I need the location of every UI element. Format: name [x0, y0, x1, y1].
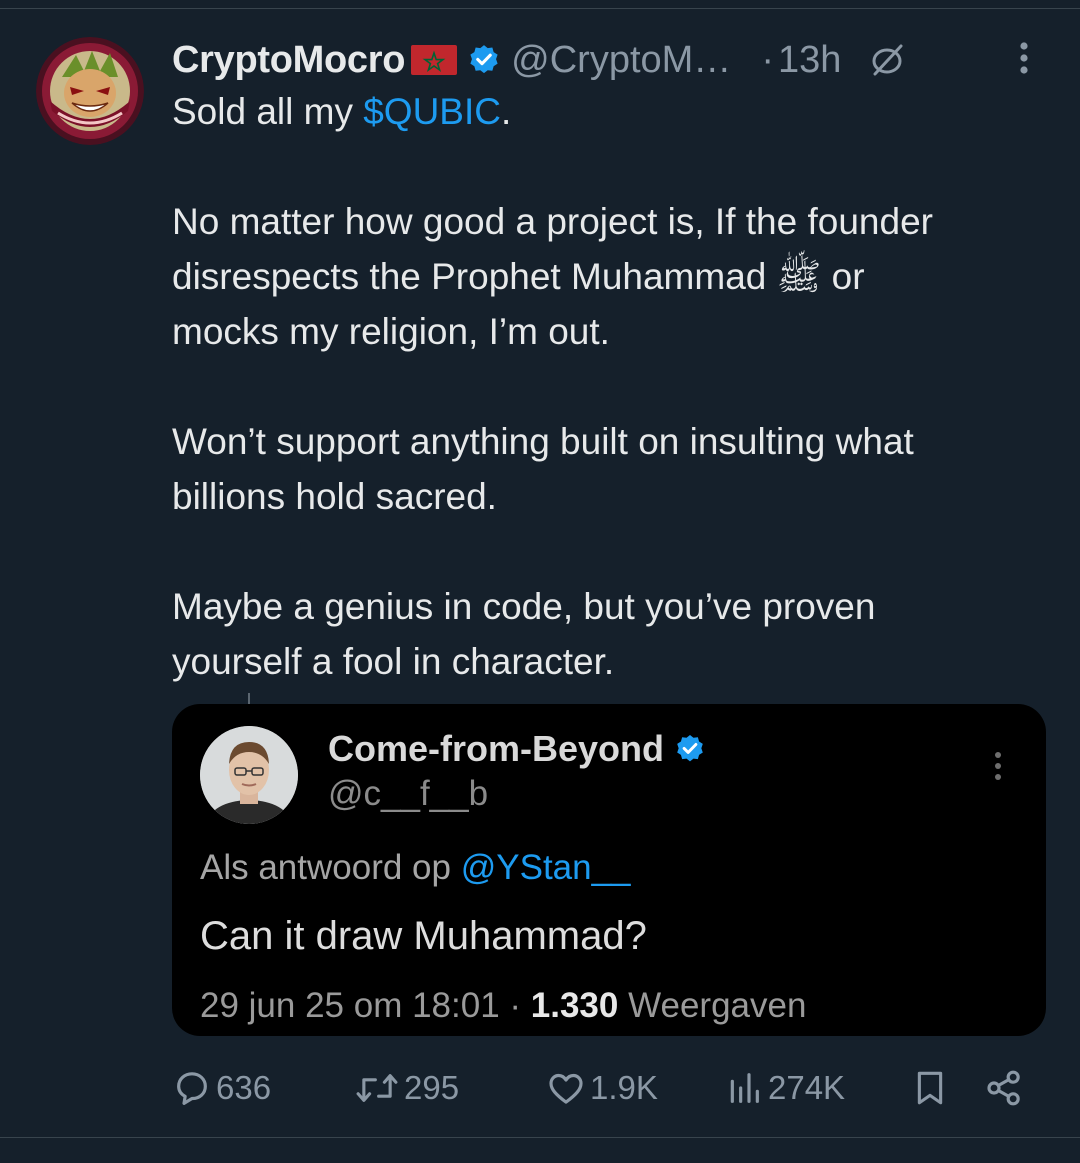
reply-button[interactable]: 636	[172, 1062, 271, 1114]
reply-prefix: Als antwoord op	[200, 848, 461, 887]
time-separator: ·	[761, 38, 774, 81]
quoted-tweet-card[interactable]: Come-from-Beyond @c__f__b Als antwoord o…	[172, 704, 1046, 1036]
grok-icon[interactable]	[867, 40, 907, 80]
repost-button[interactable]: 295	[354, 1062, 459, 1114]
tweet-line: Maybe a genius in code, but you’ve prove…	[172, 586, 876, 627]
top-divider	[0, 8, 1080, 9]
views-button[interactable]: 274K	[724, 1062, 845, 1114]
quoted-author-avatar	[200, 726, 298, 824]
quoted-reply-context: Als antwoord op @YStan__	[200, 848, 631, 888]
tweet-time[interactable]: 13h	[778, 39, 841, 82]
tweet-line: mocks my religion, I’m out.	[172, 311, 610, 352]
share-button[interactable]	[984, 1062, 1024, 1114]
like-count: 1.9K	[590, 1069, 658, 1106]
views-icon	[724, 1068, 764, 1108]
quoted-text: Can it draw Muhammad?	[200, 914, 647, 958]
tweet-action-bar: 636 295 1.9K 274K	[172, 1062, 1042, 1114]
quoted-views-count: 1.330	[530, 986, 619, 1025]
repost-count: 295	[404, 1069, 460, 1106]
quoted-views-label: Weergaven	[618, 986, 807, 1025]
reply-mention: @YStan__	[460, 848, 631, 887]
quoted-handle: @c__f__b	[328, 774, 489, 813]
views-count: 274K	[768, 1069, 846, 1106]
tweet-body: Sold all my $QUBIC. No matter how good a…	[172, 84, 1062, 689]
like-icon	[546, 1068, 586, 1108]
quoted-more-icon	[988, 748, 1008, 784]
cashtag-link[interactable]: $QUBIC	[363, 91, 501, 132]
tweet-line: Won’t support anything built on insultin…	[172, 421, 914, 462]
tweet-header: CryptoMocro @CryptoM… · 13h	[172, 34, 1052, 86]
bottom-divider	[0, 1137, 1080, 1138]
bookmark-button[interactable]	[912, 1062, 948, 1114]
quoted-date: 29 jun 25 om 18:01	[200, 986, 500, 1025]
reply-count: 636	[216, 1069, 272, 1106]
quoted-meta: 29 jun 25 om 18:01 · 1.330 Weergaven	[200, 986, 806, 1026]
like-button[interactable]: 1.9K	[546, 1062, 658, 1114]
quoted-author-name-row: Come-from-Beyond	[328, 728, 706, 770]
author-display-name[interactable]: CryptoMocro	[172, 39, 405, 82]
quoted-meta-separator: ·	[499, 986, 531, 1025]
tweet-paragraph: Maybe a genius in code, but you’ve prove…	[172, 579, 1062, 689]
bookmark-icon	[912, 1068, 948, 1108]
tweet-line: billions hold sacred.	[172, 476, 497, 517]
author-handle[interactable]: @CryptoM…	[511, 39, 731, 82]
verified-badge-icon	[467, 43, 501, 77]
quoted-display-name: Come-from-Beyond	[328, 728, 665, 769]
morocco-flag-icon	[411, 45, 458, 75]
verified-badge-icon	[674, 733, 706, 765]
share-icon	[984, 1068, 1024, 1108]
reply-icon	[172, 1068, 212, 1108]
tweet-text-suffix: .	[501, 91, 512, 132]
author-avatar[interactable]	[36, 37, 144, 145]
tweet-line: disrespects the Prophet Muhammad ﷺ or	[172, 256, 865, 297]
tweet-text-prefix: Sold all my	[172, 91, 364, 132]
more-icon[interactable]	[1012, 38, 1036, 78]
tweet-paragraph: Sold all my $QUBIC.	[172, 84, 1062, 139]
tweet-paragraph: No matter how good a project is, If the …	[172, 194, 1062, 359]
tweet-line: No matter how good a project is, If the …	[172, 201, 933, 242]
repost-icon	[354, 1068, 400, 1108]
tweet-paragraph: Won’t support anything built on insultin…	[172, 414, 1062, 524]
tweet-line: yourself a fool in character.	[172, 641, 615, 682]
